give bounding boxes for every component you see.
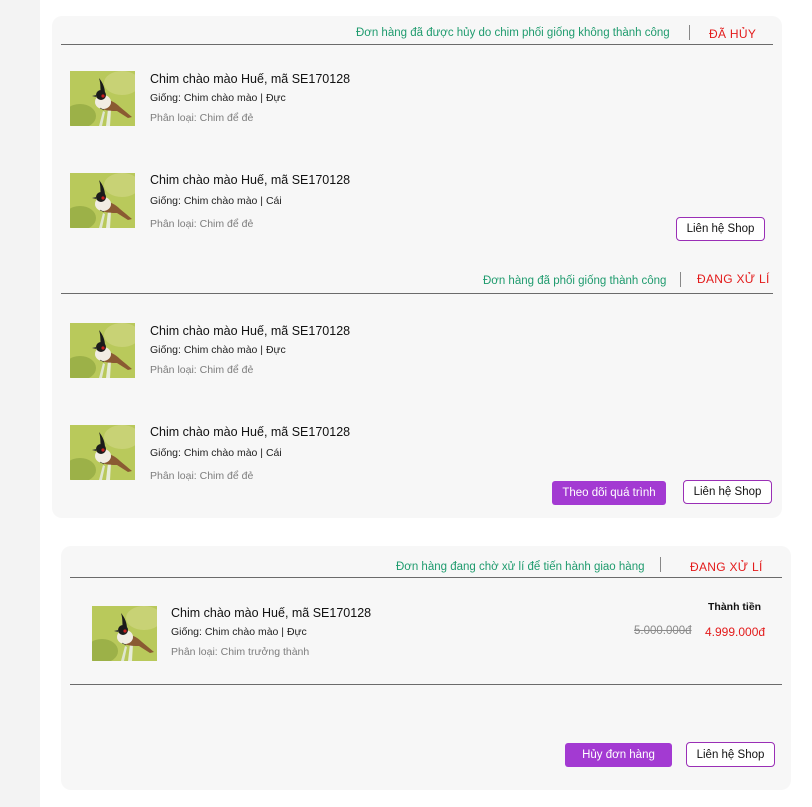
- order-status-message: Đơn hàng đã được hủy do chim phối giống …: [356, 27, 670, 39]
- order-card-bottom: [61, 546, 791, 790]
- item-category: Phân loại: Chim để đẻ: [150, 218, 254, 230]
- item-breed: Giống: Chim chào mào | Đực: [150, 344, 286, 356]
- item-category: Phân loại: Chim trưởng thành: [171, 646, 310, 658]
- bird-photo-thumbnail: [70, 173, 135, 228]
- order-divider: [61, 293, 773, 294]
- contact-shop-button[interactable]: Liên hệ Shop: [676, 217, 765, 241]
- status-divider: [680, 272, 681, 287]
- item-category: Phân loại: Chim để đẻ: [150, 470, 254, 482]
- order-status-message: Đơn hàng đã phối giống thành công: [483, 275, 667, 287]
- bird-photo-thumbnail: [92, 606, 157, 661]
- order-status-badge: ĐANG XỬ LÍ: [697, 272, 770, 286]
- order-status-message: Đơn hàng đang chờ xử lí để tiến hành gia…: [396, 561, 645, 573]
- order-status-badge: ĐANG XỬ LÍ: [690, 560, 763, 574]
- item-category: Phân loại: Chim để đẻ: [150, 364, 254, 376]
- item-breed: Giống: Chim chào mào | Đực: [150, 92, 286, 104]
- original-price: 5.000.000đ: [634, 625, 692, 637]
- total-label: Thành tiền: [708, 601, 762, 613]
- contact-shop-button[interactable]: Liên hệ Shop: [683, 480, 772, 504]
- order-status-badge: ĐÃ HỦY: [709, 27, 757, 41]
- sale-price: 4.999.000đ: [705, 625, 766, 639]
- page: Đơn hàng đã được hủy do chim phối giống …: [40, 0, 812, 807]
- bird-photo-thumbnail: [70, 425, 135, 480]
- bird-photo-thumbnail: [70, 71, 135, 126]
- status-divider: [660, 557, 661, 572]
- order-divider: [61, 44, 773, 45]
- item-breed: Giống: Chim chào mào | Cái: [150, 447, 282, 459]
- order-divider: [70, 684, 782, 685]
- item-breed: Giống: Chim chào mào | Đực: [171, 626, 307, 638]
- track-progress-button[interactable]: Theo dõi quá trình: [552, 481, 666, 505]
- item-name: Chim chào mào Huế, mã SE170128: [150, 72, 351, 86]
- item-name: Chim chào mào Huế, mã SE170128: [150, 173, 351, 187]
- contact-shop-button[interactable]: Liên hệ Shop: [686, 742, 775, 767]
- item-name: Chim chào mào Huế, mã SE170128: [150, 425, 351, 439]
- status-divider: [689, 25, 690, 40]
- bird-photo-thumbnail: [70, 323, 135, 378]
- item-category: Phân loại: Chim để đẻ: [150, 112, 254, 124]
- item-breed: Giống: Chim chào mào | Cái: [150, 195, 282, 207]
- order-divider: [70, 577, 782, 578]
- cancel-order-button[interactable]: Hủy đơn hàng: [565, 743, 672, 767]
- item-name: Chim chào mào Huế, mã SE170128: [171, 606, 372, 620]
- item-name: Chim chào mào Huế, mã SE170128: [150, 324, 351, 338]
